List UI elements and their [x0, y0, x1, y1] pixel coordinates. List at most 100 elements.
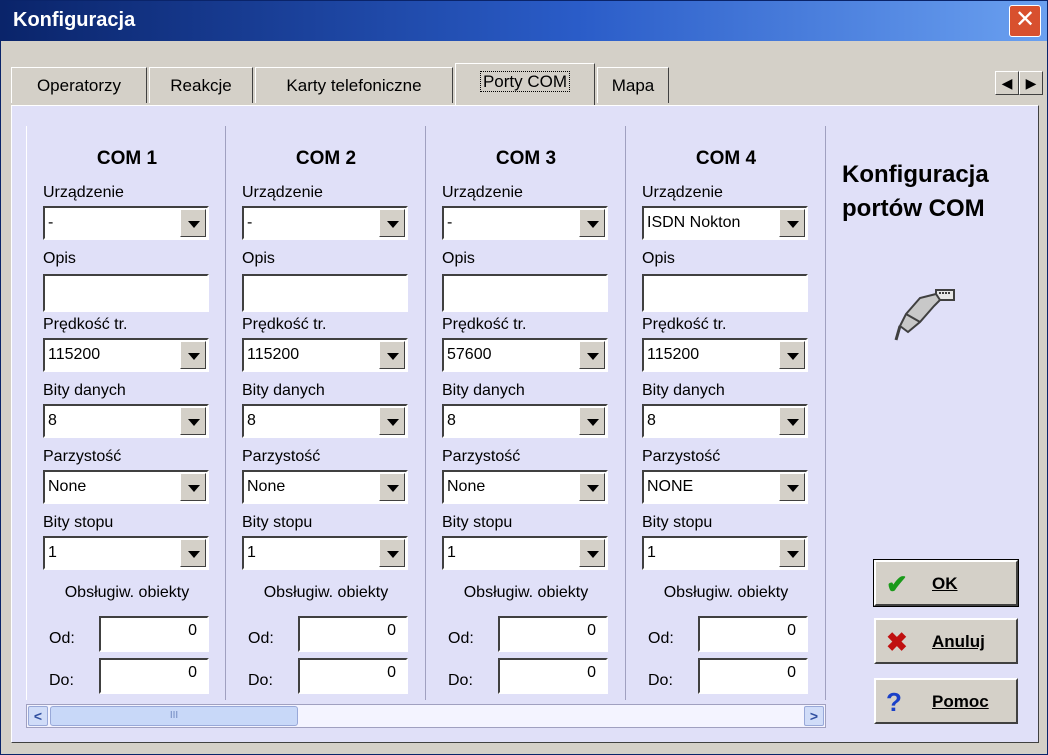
- stop-bits-select[interactable]: 1: [442, 536, 608, 570]
- chevron-down-icon[interactable]: [779, 539, 805, 567]
- chevron-down-icon[interactable]: [180, 539, 206, 567]
- device-label: Urządzenie: [642, 184, 723, 201]
- chevron-down-icon[interactable]: [379, 209, 405, 237]
- chevron-down-icon[interactable]: [379, 407, 405, 435]
- help-button[interactable]: ? Pomoc: [874, 678, 1018, 724]
- objects-label: Obsługiw. obiekty: [64, 584, 190, 601]
- data-bits-value: 8: [247, 412, 256, 429]
- to-field[interactable]: 0: [99, 658, 209, 694]
- stop-bits-label: Bity stopu: [242, 514, 313, 531]
- speed-value: 57600: [447, 346, 492, 363]
- stop-bits-label: Bity stopu: [642, 514, 713, 531]
- ok-button[interactable]: ✔ OK: [873, 559, 1019, 607]
- tab-reakcje[interactable]: Reakcje: [149, 67, 253, 103]
- data-bits-select[interactable]: 8: [442, 404, 608, 438]
- tab-karty-telefoniczne[interactable]: Karty telefoniczne: [255, 67, 453, 103]
- device-select[interactable]: -: [442, 206, 608, 240]
- speed-select[interactable]: 57600: [442, 338, 608, 372]
- chevron-down-icon[interactable]: [579, 341, 605, 369]
- scroll-right-button[interactable]: >: [804, 706, 824, 726]
- close-button[interactable]: ✕: [1009, 5, 1041, 37]
- chevron-down-icon[interactable]: [180, 209, 206, 237]
- chevron-down-icon[interactable]: [779, 473, 805, 501]
- tab-mapa[interactable]: Mapa: [597, 67, 669, 103]
- from-label: Od:: [648, 630, 674, 647]
- to-field[interactable]: 0: [698, 658, 808, 694]
- com-connector-icon: [894, 289, 955, 341]
- scroll-left-button[interactable]: <: [28, 706, 48, 726]
- arrow-left-icon: ◀: [1001, 75, 1013, 91]
- com-port-column: COM 3 Urządzenie - Opis Prędkość tr. 57600 Bit…: [426, 126, 626, 700]
- chevron-down-icon[interactable]: [379, 341, 405, 369]
- data-bits-select[interactable]: 8: [242, 404, 408, 438]
- speed-value: 115200: [647, 346, 700, 363]
- tab-operatorzy[interactable]: Operatorzy: [11, 67, 147, 103]
- chevron-down-icon[interactable]: [379, 539, 405, 567]
- stop-bits-select[interactable]: 1: [242, 536, 408, 570]
- parity-select[interactable]: NONE: [642, 470, 808, 504]
- chevron-down-icon[interactable]: [579, 539, 605, 567]
- description-field[interactable]: [442, 274, 608, 312]
- from-label: Od:: [49, 630, 75, 647]
- to-value: 0: [188, 664, 197, 681]
- description-field[interactable]: [43, 274, 209, 312]
- to-field[interactable]: 0: [298, 658, 408, 694]
- parity-select[interactable]: None: [442, 470, 608, 504]
- cancel-button[interactable]: ✖ Anuluj: [874, 618, 1018, 664]
- chevron-down-icon[interactable]: [579, 473, 605, 501]
- chevron-down-icon[interactable]: [180, 473, 206, 501]
- com-port-column: COM 4 Urządzenie ISDN Nokton Opis Prędkość t…: [626, 126, 826, 700]
- tab-scroll-right-button[interactable]: ▶: [1019, 71, 1043, 95]
- speed-select[interactable]: 115200: [43, 338, 209, 372]
- chevron-down-icon[interactable]: [180, 341, 206, 369]
- from-field[interactable]: 0: [498, 616, 608, 652]
- port-title: COM 2: [295, 148, 357, 169]
- scroll-thumb[interactable]: III: [50, 706, 298, 726]
- close-icon[interactable]: ✕: [1015, 6, 1035, 33]
- stop-bits-select[interactable]: 1: [642, 536, 808, 570]
- horizontal-scrollbar[interactable]: < III >: [26, 704, 826, 728]
- parity-select[interactable]: None: [43, 470, 209, 504]
- data-bits-label: Bity danych: [43, 382, 126, 399]
- stop-bits-value: 1: [48, 544, 57, 561]
- from-field[interactable]: 0: [298, 616, 408, 652]
- tab-porty-com[interactable]: Porty COM: [455, 63, 595, 105]
- from-value: 0: [787, 622, 796, 639]
- chevron-down-icon[interactable]: [379, 473, 405, 501]
- device-label: Urządzenie: [442, 184, 523, 201]
- stop-bits-select[interactable]: 1: [43, 536, 209, 570]
- chevron-down-icon[interactable]: [579, 407, 605, 435]
- parity-label: Parzystość: [442, 448, 521, 465]
- speed-select[interactable]: 115200: [242, 338, 408, 372]
- data-bits-select[interactable]: 8: [642, 404, 808, 438]
- title-bar[interactable]: Konfiguracja ✕: [1, 1, 1047, 41]
- grip-icon: III: [169, 710, 179, 721]
- data-bits-select[interactable]: 8: [43, 404, 209, 438]
- chevron-down-icon[interactable]: [779, 341, 805, 369]
- parity-select[interactable]: None: [242, 470, 408, 504]
- tab-scroll-left-button[interactable]: ◀: [995, 71, 1019, 95]
- description-field[interactable]: [642, 274, 808, 312]
- device-value: -: [48, 214, 54, 231]
- description-label: Opis: [442, 250, 475, 267]
- chevron-down-icon[interactable]: [579, 209, 605, 237]
- device-select[interactable]: ISDN Nokton: [642, 206, 808, 240]
- device-select[interactable]: -: [242, 206, 408, 240]
- chevron-down-icon[interactable]: [779, 209, 805, 237]
- speed-label: Prędkość tr.: [442, 316, 527, 333]
- description-field[interactable]: [242, 274, 408, 312]
- from-field[interactable]: 0: [99, 616, 209, 652]
- from-field[interactable]: 0: [698, 616, 808, 652]
- objects-label: Obsługiw. obiekty: [263, 584, 389, 601]
- config-window: Konfiguracja ✕ Operatorzy Reakcje Karty …: [0, 0, 1048, 755]
- to-field[interactable]: 0: [498, 658, 608, 694]
- data-bits-label: Bity danych: [442, 382, 525, 399]
- device-select[interactable]: -: [43, 206, 209, 240]
- from-value: 0: [188, 622, 197, 639]
- chevron-down-icon[interactable]: [180, 407, 206, 435]
- objects-label: Obsługiw. obiekty: [663, 584, 789, 601]
- speed-select[interactable]: 115200: [642, 338, 808, 372]
- chevron-down-icon[interactable]: [779, 407, 805, 435]
- arrow-right-icon: ▶: [1025, 75, 1037, 91]
- speed-label: Prędkość tr.: [642, 316, 727, 333]
